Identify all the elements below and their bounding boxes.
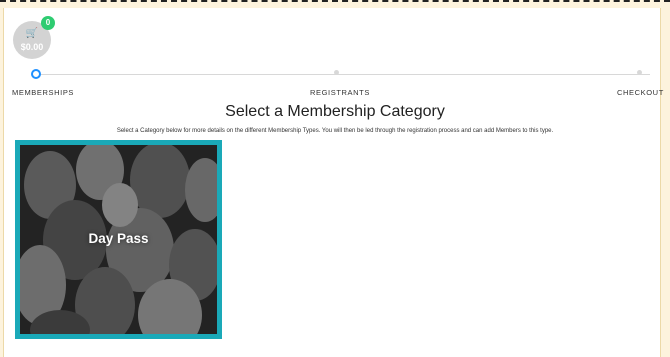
step-label-registrants[interactable]: REGISTRANTS (310, 88, 370, 97)
step-label-checkout[interactable]: CHECKOUT (617, 88, 664, 97)
page-description: Select a Category below for more details… (116, 128, 554, 134)
progress-steps: MEMBERSHIPS REGISTRANTS CHECKOUT (12, 69, 664, 98)
category-label: Day Pass (88, 231, 149, 246)
step-dot-registrants (334, 70, 339, 75)
progress-line (34, 74, 650, 75)
category-tile-day-pass[interactable]: Day Pass (15, 140, 222, 339)
page-title: Select a Membership Category (225, 103, 445, 120)
step-dot-memberships (31, 69, 41, 79)
cart-total: $0.00 (20, 42, 44, 52)
cart-count-badge: 0 (41, 16, 55, 30)
cart-icon: 🛒 (25, 28, 39, 39)
step-dot-checkout (637, 70, 642, 75)
step-label-memberships[interactable]: MEMBERSHIPS (12, 88, 74, 97)
